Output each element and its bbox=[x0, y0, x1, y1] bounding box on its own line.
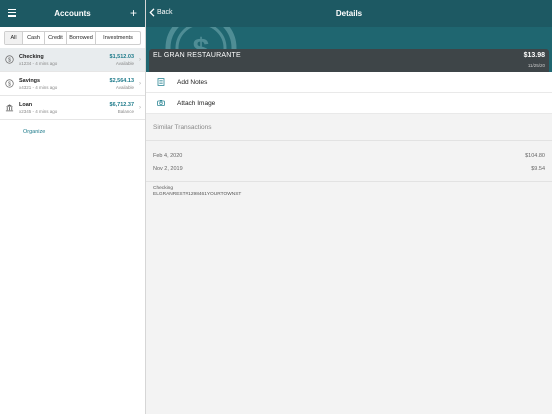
accounts-title: Accounts bbox=[54, 9, 91, 18]
filter-investments[interactable]: Investments bbox=[96, 32, 140, 44]
similar-date: Feb 4, 2020 bbox=[153, 152, 183, 159]
chevron-right-icon: › bbox=[139, 105, 141, 111]
list-item[interactable]: Feb 4, 2020 $104.80 bbox=[146, 149, 552, 162]
account-name: Loan bbox=[19, 101, 33, 108]
svg-text:$: $ bbox=[8, 57, 11, 63]
account-subtitle: x2345 - 4 mins ago bbox=[19, 108, 58, 114]
transaction-actions: Add Notes Attach Image bbox=[146, 72, 552, 114]
transaction-hero: $ EL GRAN RESTAURANTE $13.98 11/25/20 bbox=[146, 27, 552, 72]
details-header: Back Details bbox=[146, 0, 552, 27]
list-item[interactable]: Nov 2, 2019 $9.54 bbox=[146, 162, 552, 175]
bank-icon bbox=[4, 103, 14, 113]
similar-amount: $9.54 bbox=[531, 165, 545, 172]
details-panel: Back Details $ EL GRAN RESTAURANTE $13.9… bbox=[146, 0, 552, 414]
accounts-header: Accounts + bbox=[0, 0, 145, 27]
transaction-description: ELGRANREST#1298461YOURTOWNST bbox=[153, 192, 242, 197]
filter-borrowed[interactable]: Borrowed bbox=[67, 32, 96, 44]
chevron-right-icon: › bbox=[139, 81, 141, 87]
account-name: Checking bbox=[19, 53, 44, 60]
similar-date: Nov 2, 2019 bbox=[153, 165, 183, 172]
similar-amount: $104.80 bbox=[525, 152, 545, 159]
filter-all[interactable]: All bbox=[5, 32, 23, 44]
filter-credit[interactable]: Credit bbox=[45, 32, 67, 44]
transaction-card: EL GRAN RESTAURANTE $13.98 11/25/20 bbox=[149, 49, 549, 72]
chevron-right-icon: › bbox=[139, 57, 141, 63]
account-amount-label: Available bbox=[115, 84, 134, 90]
add-notes-label: Add Notes bbox=[177, 78, 208, 86]
notes-icon bbox=[157, 78, 165, 86]
details-title: Details bbox=[335, 9, 363, 18]
dollar-icon: $ bbox=[4, 79, 14, 89]
account-amount: $2,564.13 bbox=[109, 77, 134, 84]
account-subtitle: x1234 - 4 mins ago bbox=[19, 60, 58, 66]
attach-image-label: Attach Image bbox=[177, 99, 216, 107]
account-row-checking[interactable]: $ Checking x1234 - 4 mins ago $1,512.03 … bbox=[0, 48, 145, 72]
account-filter: All Cash Credit Borrowed Investments bbox=[4, 31, 141, 45]
account-name: Savings bbox=[19, 77, 41, 84]
similar-transactions-list: Feb 4, 2020 $104.80 Nov 2, 2019 $9.54 bbox=[146, 140, 552, 175]
account-amount-label: Balance bbox=[117, 108, 134, 114]
transaction-date: 11/25/20 bbox=[527, 63, 545, 68]
organize-link[interactable]: Organize bbox=[23, 129, 145, 135]
account-amount: $6,712.37 bbox=[109, 101, 134, 108]
svg-text:$: $ bbox=[8, 81, 11, 87]
transaction-amount: $13.98 bbox=[523, 52, 545, 59]
camera-icon bbox=[157, 100, 165, 106]
similar-transactions-title: Similar Transactions bbox=[153, 124, 212, 131]
transaction-info: Checking ELGRANREST#1298461YOURTOWNST bbox=[146, 181, 552, 202]
account-amount-label: Available bbox=[115, 60, 134, 66]
accounts-panel: Accounts + All Cash Credit Borrowed Inve… bbox=[0, 0, 146, 414]
add-notes-button[interactable]: Add Notes bbox=[146, 72, 552, 93]
account-subtitle: x4321 - 4 mins ago bbox=[19, 84, 58, 90]
attach-image-button[interactable]: Attach Image bbox=[146, 93, 552, 114]
add-icon[interactable]: + bbox=[130, 7, 137, 19]
account-amount: $1,512.03 bbox=[109, 53, 134, 60]
merchant-name: EL GRAN RESTAURANTE bbox=[153, 52, 241, 59]
account-row-savings[interactable]: $ Savings x4321 - 4 mins ago $2,564.13 A… bbox=[0, 72, 145, 96]
filter-cash[interactable]: Cash bbox=[23, 32, 45, 44]
account-row-loan[interactable]: Loan x2345 - 4 mins ago $6,712.37 Balanc… bbox=[0, 96, 145, 120]
transaction-account: Checking bbox=[153, 186, 173, 191]
dollar-icon: $ bbox=[4, 55, 14, 65]
